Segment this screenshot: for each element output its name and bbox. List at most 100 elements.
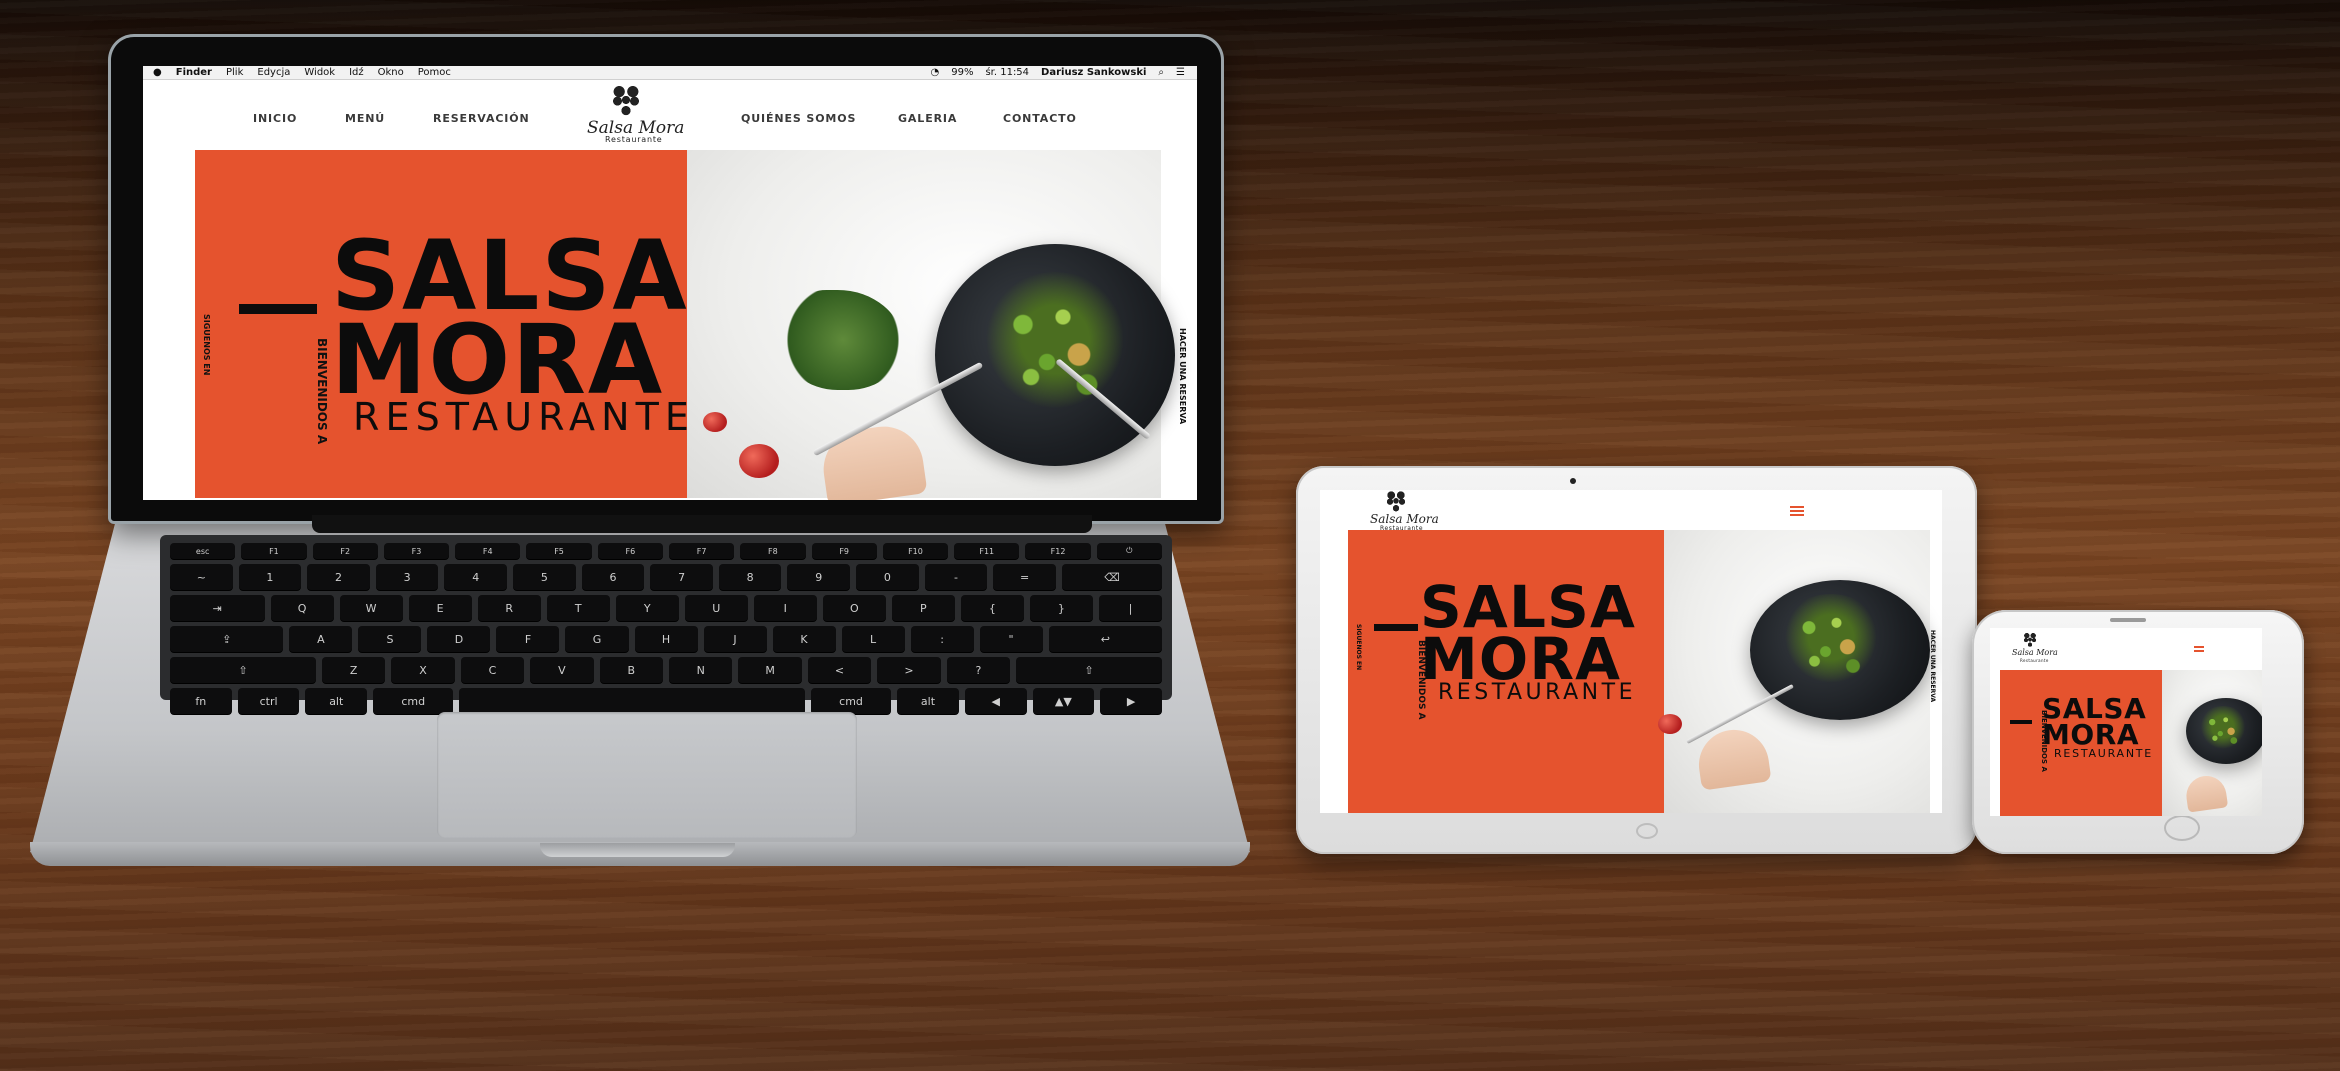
key[interactable]: P xyxy=(891,595,955,621)
key[interactable]: U xyxy=(684,595,748,621)
key[interactable]: O xyxy=(822,595,886,621)
key[interactable]: F10 xyxy=(882,543,949,559)
key[interactable]: - xyxy=(924,564,988,590)
menubar-finder[interactable]: Finder xyxy=(176,67,212,78)
grapes-logo-icon[interactable] xyxy=(609,84,643,122)
key[interactable]: F4 xyxy=(455,543,521,559)
alt-key[interactable]: alt xyxy=(305,688,368,714)
key[interactable]: N xyxy=(668,657,733,683)
key[interactable]: : xyxy=(910,626,974,652)
wifi-icon[interactable]: ◔ xyxy=(930,67,939,78)
hamburger-menu-icon[interactable] xyxy=(1790,506,1804,516)
key[interactable]: F2 xyxy=(312,543,378,559)
key[interactable]: { xyxy=(960,595,1024,621)
apple-icon[interactable]: ● xyxy=(153,67,162,78)
reserve-label[interactable]: HACER UNA RESERVA xyxy=(1929,630,1936,702)
nav-quienes-somos[interactable]: QUIÉNES SOMOS xyxy=(741,112,856,125)
key[interactable]: | xyxy=(1098,595,1162,621)
key[interactable]: ~ xyxy=(170,564,233,590)
arrow-up-down-key[interactable]: ▲▼ xyxy=(1032,688,1095,714)
clock[interactable]: śr. 11:54 xyxy=(985,67,1029,78)
shift-key[interactable]: ⇧ xyxy=(1016,657,1162,683)
nav-contacto[interactable]: CONTACTO xyxy=(1003,112,1077,125)
key[interactable]: > xyxy=(877,657,941,683)
key[interactable]: K xyxy=(772,626,836,652)
key[interactable]: M xyxy=(738,657,802,683)
key[interactable]: W xyxy=(339,595,403,621)
key[interactable]: H xyxy=(634,626,698,652)
alt-key[interactable]: alt xyxy=(897,688,959,714)
arrow-left-key[interactable]: ◀ xyxy=(964,688,1027,714)
logo-name[interactable]: Salsa Mora xyxy=(1370,512,1439,526)
key[interactable]: F3 xyxy=(383,543,450,559)
key[interactable]: A xyxy=(289,626,353,652)
nav-galeria[interactable]: GALERIA xyxy=(898,112,957,125)
key[interactable]: } xyxy=(1029,595,1093,621)
key[interactable]: B xyxy=(599,657,663,683)
logo-name[interactable]: Salsa Mora xyxy=(2012,648,2058,657)
menubar-pomoc[interactable]: Pomoc xyxy=(418,67,451,78)
backspace-key[interactable]: ⌫ xyxy=(1061,564,1163,590)
key[interactable]: " xyxy=(979,626,1043,652)
menubar-okno[interactable]: Okno xyxy=(378,67,404,78)
key[interactable]: R xyxy=(477,595,541,621)
shift-key[interactable]: ⇧ xyxy=(170,657,316,683)
key[interactable]: 4 xyxy=(444,564,508,590)
hamburger-menu-icon[interactable] xyxy=(2194,646,2204,654)
fn-key[interactable]: fn xyxy=(170,688,232,714)
key[interactable]: esc xyxy=(170,543,236,559)
space-key[interactable] xyxy=(459,688,805,714)
caps-key[interactable]: ⇪ xyxy=(170,626,284,652)
key[interactable]: = xyxy=(993,564,1056,590)
menubar-widok[interactable]: Widok xyxy=(304,67,335,78)
key[interactable]: S xyxy=(358,626,422,652)
key[interactable]: I xyxy=(753,595,817,621)
tablet-home-button[interactable] xyxy=(1636,823,1658,839)
key[interactable]: F xyxy=(496,626,560,652)
return-key[interactable]: ↩ xyxy=(1048,626,1163,652)
key[interactable]: F5 xyxy=(526,543,592,559)
key[interactable]: F8 xyxy=(740,543,806,559)
laptop-trackpad[interactable] xyxy=(437,712,857,838)
key[interactable]: ? xyxy=(946,657,1011,683)
key[interactable]: F7 xyxy=(668,543,735,559)
battery-percent[interactable]: 99% xyxy=(951,67,973,78)
cmd-key[interactable]: cmd xyxy=(810,688,892,714)
key[interactable]: C xyxy=(460,657,525,683)
nav-reservacion[interactable]: RESERVACIÓN xyxy=(433,112,530,125)
key[interactable]: F6 xyxy=(597,543,663,559)
phone-home-button[interactable] xyxy=(2164,815,2200,841)
key[interactable]: 0 xyxy=(856,564,919,590)
key[interactable]: D xyxy=(427,626,491,652)
key[interactable]: J xyxy=(703,626,767,652)
search-icon[interactable]: ⌕ xyxy=(1158,67,1164,78)
key[interactable]: V xyxy=(530,657,594,683)
power-key[interactable]: ⏻ xyxy=(1096,543,1162,559)
user-name[interactable]: Dariusz Sankowski xyxy=(1041,67,1146,78)
key[interactable]: 2 xyxy=(307,564,370,590)
list-icon[interactable]: ☰ xyxy=(1176,67,1185,78)
key[interactable]: < xyxy=(807,657,872,683)
key[interactable]: 9 xyxy=(787,564,851,590)
nav-inicio[interactable]: INICIO xyxy=(253,112,297,125)
key[interactable]: Z xyxy=(321,657,386,683)
key[interactable]: F9 xyxy=(811,543,877,559)
reserve-label[interactable]: HACER UNA RESERVA xyxy=(1178,328,1187,424)
key[interactable]: 5 xyxy=(513,564,576,590)
cmd-key[interactable]: cmd xyxy=(373,688,454,714)
key[interactable]: F12 xyxy=(1025,543,1091,559)
key[interactable]: L xyxy=(841,626,905,652)
key[interactable]: 3 xyxy=(375,564,439,590)
menubar-idz[interactable]: Idź xyxy=(349,67,364,78)
key[interactable]: T xyxy=(546,595,610,621)
key[interactable]: F1 xyxy=(241,543,307,559)
key[interactable]: 6 xyxy=(581,564,645,590)
key[interactable]: G xyxy=(565,626,629,652)
key[interactable]: 7 xyxy=(650,564,713,590)
key[interactable]: 8 xyxy=(718,564,782,590)
nav-menu[interactable]: MENÚ xyxy=(345,112,385,125)
key[interactable]: X xyxy=(391,657,455,683)
ctrl-key[interactable]: ctrl xyxy=(237,688,300,714)
key[interactable]: Q xyxy=(270,595,334,621)
menubar-edycja[interactable]: Edycja xyxy=(257,67,290,78)
